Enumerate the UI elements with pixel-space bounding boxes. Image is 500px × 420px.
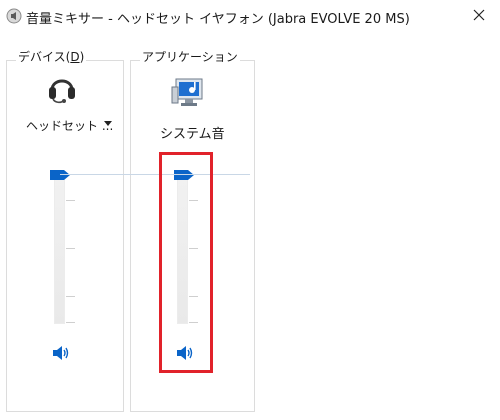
window-title: 音量ミキサー - ヘッドセット イヤフォン (Jabra EVOLVE 20 M… — [26, 12, 410, 27]
volume-mixer-app-icon — [6, 8, 22, 24]
system-sounds-label: システム音 — [160, 127, 225, 142]
slider-tick — [66, 248, 75, 249]
close-icon — [473, 9, 485, 21]
highlight-box — [159, 152, 213, 373]
device-mute-button[interactable] — [52, 345, 70, 361]
peak-level-line — [60, 174, 250, 175]
slider-tick — [66, 296, 75, 297]
device-volume-slider[interactable] — [54, 178, 65, 324]
system-sounds-icon[interactable] — [170, 77, 206, 109]
slider-tick — [66, 322, 75, 323]
slider-tick — [66, 200, 75, 201]
close-button[interactable] — [464, 2, 494, 28]
headset-icon[interactable] — [47, 72, 77, 104]
applications-group-label: アプリケーション — [140, 48, 240, 65]
device-group-label: デバイス(D) — [16, 48, 87, 65]
device-name: ヘッドセット ... — [26, 119, 114, 133]
device-volume-thumb[interactable] — [50, 170, 70, 180]
device-dropdown-arrow-icon[interactable] — [104, 121, 112, 126]
